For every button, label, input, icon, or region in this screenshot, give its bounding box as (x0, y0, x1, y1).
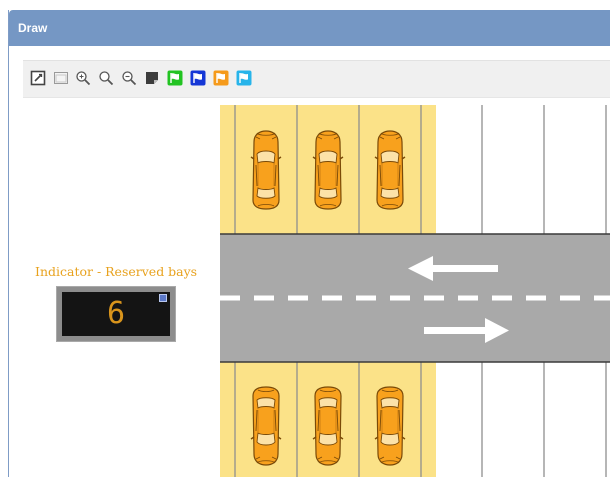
car-icon (250, 130, 282, 210)
indicator-label: Indicator - Reserved bays (35, 264, 198, 279)
edit-icon[interactable] (30, 70, 46, 86)
flag-cyan-icon[interactable] (236, 70, 252, 86)
flag-orange-icon[interactable] (213, 70, 229, 86)
car-icon (312, 386, 344, 466)
reserved-bays-count: 6 (106, 296, 126, 331)
window-title: Draw (18, 21, 48, 35)
car-icon (312, 130, 344, 210)
zoom-fit-icon[interactable] (75, 70, 91, 86)
car-icon (250, 386, 282, 466)
zoom-out-icon[interactable] (121, 70, 137, 86)
reserved-bays-display[interactable]: 6 (56, 286, 176, 342)
select-area-icon[interactable] (53, 70, 69, 86)
flag-blue-icon[interactable] (190, 70, 206, 86)
toolbar (23, 60, 610, 98)
road (220, 234, 610, 362)
draw-window: Draw Indicator - Reserved bays 6 (8, 10, 610, 477)
car-icon (374, 130, 406, 210)
drawing-canvas[interactable]: Indicator - Reserved bays 6 (9, 98, 610, 477)
note-icon[interactable] (144, 70, 160, 86)
car-icon (374, 386, 406, 466)
zoom-in-icon[interactable] (98, 70, 114, 86)
flag-green-icon[interactable] (167, 70, 183, 86)
settings-badge-icon[interactable] (159, 294, 167, 302)
title-bar: Draw (9, 10, 610, 46)
display-screen: 6 (62, 292, 170, 336)
